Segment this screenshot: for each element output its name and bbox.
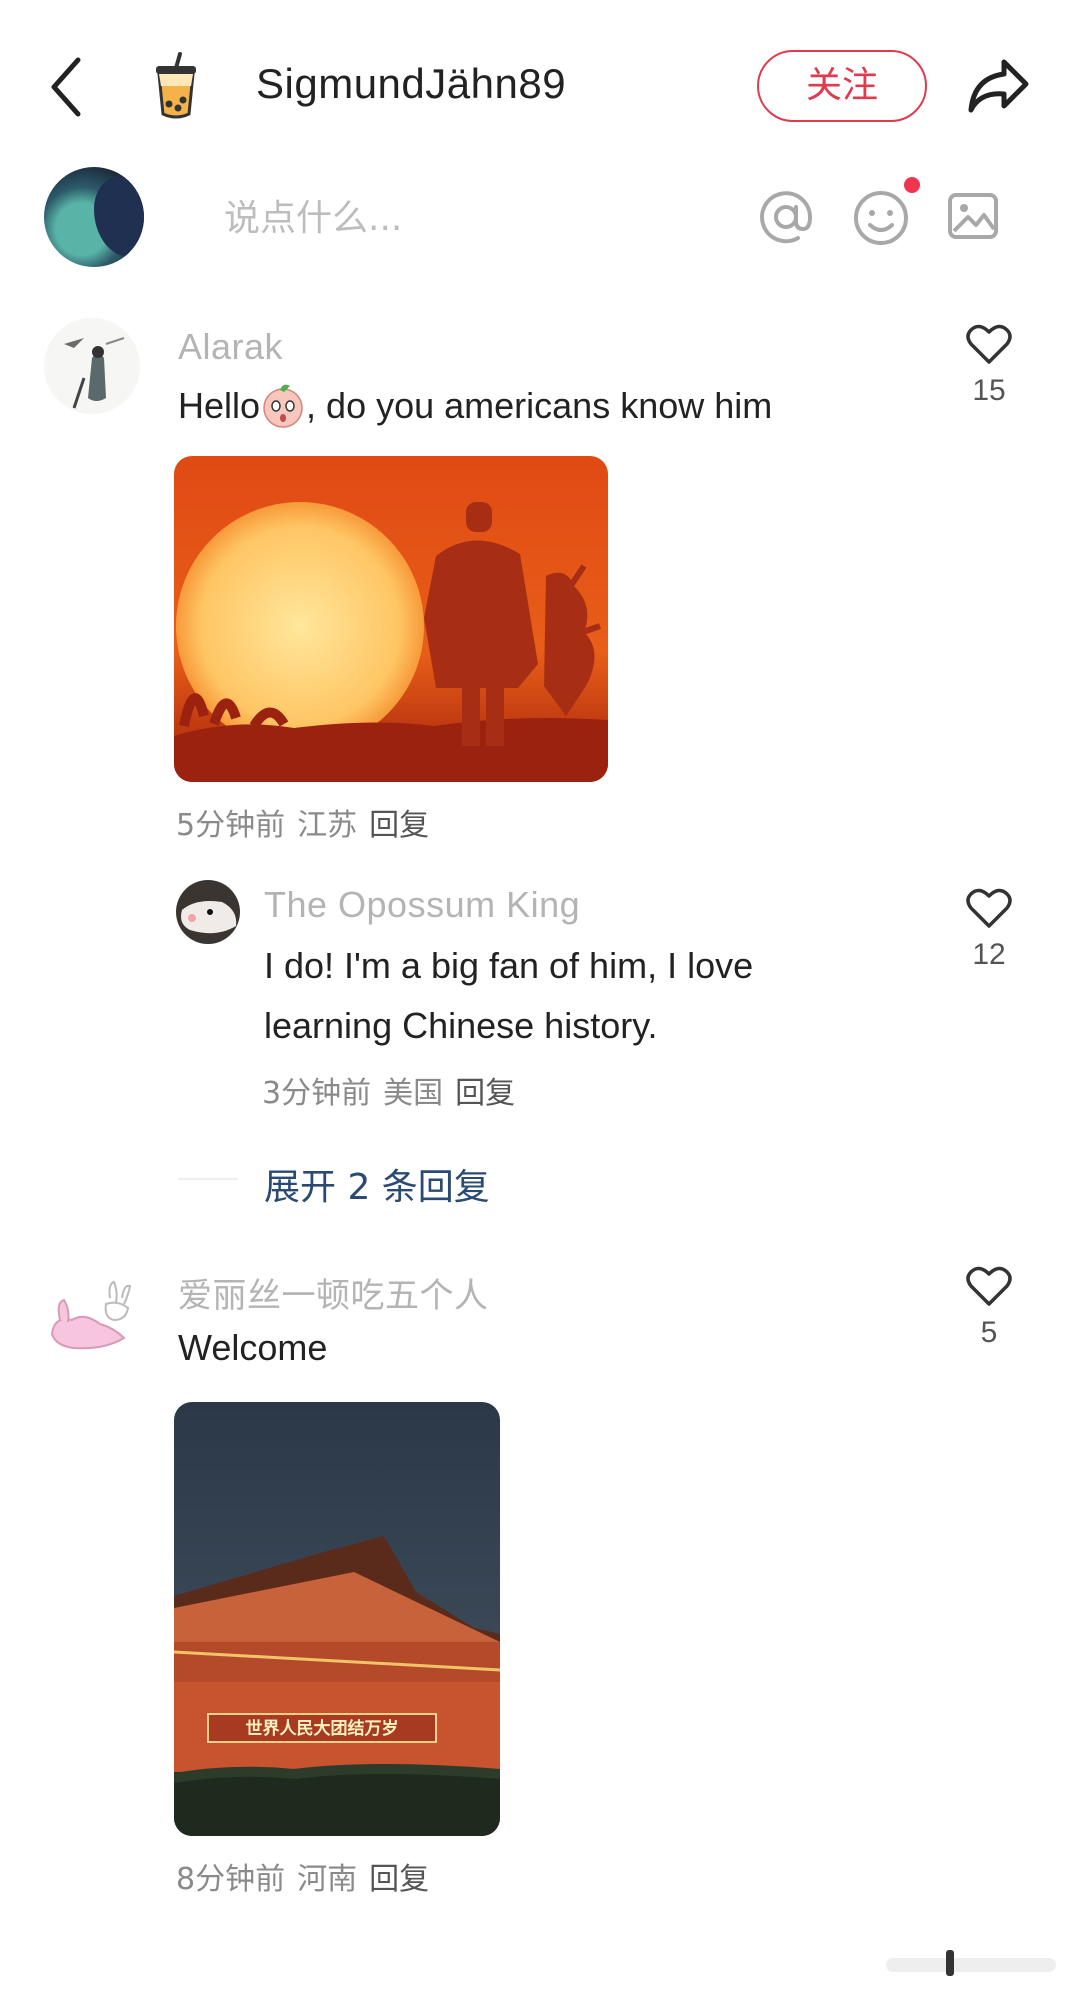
- comment-image[interactable]: [174, 456, 608, 782]
- chevron-left-icon: [51, 57, 81, 117]
- expand-divider: [178, 1178, 238, 1180]
- comment-input[interactable]: [222, 191, 706, 245]
- emoji-notification-dot: [904, 177, 920, 193]
- comment-username[interactable]: Alarak: [178, 326, 283, 368]
- comment-text-part: , do you americans know him: [306, 385, 773, 426]
- gate-of-heavenly-peace-art: 世界人民大团结万岁: [174, 1402, 500, 1836]
- reply-button[interactable]: 回复: [455, 1076, 515, 1111]
- comment-meta: 5分钟前 江苏 回复: [176, 800, 441, 844]
- reply-like-button[interactable]: 12: [956, 886, 1022, 972]
- comment-text: Welcome: [178, 1327, 328, 1368]
- mention-button[interactable]: [758, 189, 814, 245]
- surprised-emoji-icon: [260, 382, 306, 428]
- reply-text-line: I do! I'm a big fan of him, I love: [264, 945, 754, 986]
- image-icon: [948, 193, 998, 239]
- comment-time: 8分钟前: [176, 1862, 286, 1897]
- reply-button[interactable]: 回复: [369, 1862, 429, 1897]
- like-button[interactable]: 5: [956, 1264, 1022, 1350]
- like-count: 12: [972, 938, 1006, 971]
- like-count: 5: [980, 1316, 998, 1349]
- heart-icon: [966, 1266, 1012, 1306]
- expand-replies-button[interactable]: 展开 2 条回复: [264, 1158, 490, 1210]
- image-button[interactable]: [946, 189, 1000, 243]
- reply-meta: 3分钟前 美国 回复: [262, 1068, 527, 1112]
- reply-button[interactable]: 回复: [369, 808, 429, 843]
- comment-username[interactable]: 爱丽丝一顿吃五个人: [178, 1268, 489, 1317]
- at-icon: [760, 191, 813, 244]
- opossum-avatar-art: [176, 880, 240, 944]
- sunset-silhouette-art: [174, 456, 608, 782]
- bubble-tea-icon: [150, 52, 202, 120]
- comment-location: 江苏: [297, 808, 358, 843]
- reply-location: 美国: [383, 1076, 444, 1111]
- top-bar: SigmundJähn89 关注: [0, 0, 1080, 170]
- reply-time: 3分钟前: [262, 1076, 372, 1111]
- watermark-logo: [886, 1948, 1056, 1978]
- heart-icon: [966, 888, 1012, 928]
- comment-meta: 8分钟前 河南 回复: [176, 1854, 441, 1898]
- comment-location: 河南: [297, 1862, 358, 1897]
- reply-text: I do! I'm a big fan of him, I love learn…: [264, 936, 753, 1056]
- current-user-avatar[interactable]: [44, 167, 144, 267]
- like-button[interactable]: 15: [956, 322, 1022, 408]
- replier-avatar[interactable]: [176, 880, 240, 944]
- back-button[interactable]: [42, 52, 92, 122]
- heart-icon: [966, 324, 1012, 364]
- share-arrow-icon: [968, 59, 1029, 113]
- ink-figure-avatar-art: [44, 318, 140, 414]
- commenter-avatar[interactable]: [44, 1264, 140, 1360]
- comment-text-part: Hello: [178, 385, 261, 426]
- comment-image[interactable]: 世界人民大团结万岁: [174, 1402, 500, 1836]
- like-count: 15: [972, 374, 1006, 407]
- share-button[interactable]: [966, 56, 1030, 116]
- gate-sign-text: 世界人民大团结万岁: [246, 1718, 399, 1739]
- emoji-button[interactable]: [852, 189, 910, 247]
- reply-text-line: learning Chinese history.: [264, 1005, 658, 1046]
- commenter-avatar[interactable]: [44, 318, 140, 414]
- post-author-name[interactable]: SigmundJähn89: [256, 60, 566, 108]
- comment-text: Hello , do you americans know him: [178, 376, 772, 436]
- follow-button[interactable]: 关注: [757, 50, 927, 122]
- comment-composer: [0, 165, 1080, 275]
- comment-time: 5分钟前: [176, 808, 286, 843]
- bunny-avatar-art: [44, 1264, 140, 1360]
- reply-username[interactable]: The Opossum King: [264, 884, 580, 926]
- emoji-icon: [854, 191, 908, 245]
